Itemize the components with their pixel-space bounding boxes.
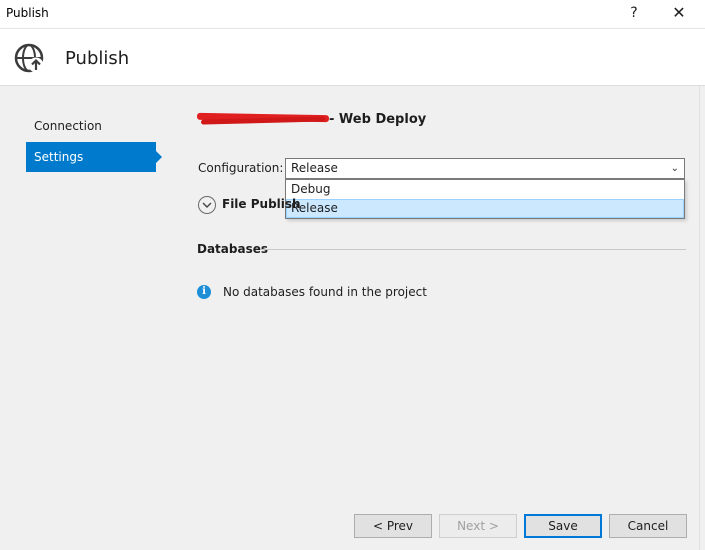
info-icon: i (197, 285, 211, 299)
chevron-down-icon[interactable]: ⌄ (671, 159, 679, 178)
section-divider (261, 249, 686, 250)
configuration-dropdown-list: Debug Release (285, 179, 685, 219)
dialog-header: Publish (0, 28, 705, 86)
window-title: Publish (6, 6, 49, 20)
next-button[interactable]: Next > (439, 514, 517, 538)
dropdown-option-debug[interactable]: Debug (286, 180, 684, 199)
window-border (699, 86, 705, 550)
configuration-label: Configuration: (198, 161, 284, 175)
title-bar: Publish ? ✕ (0, 0, 705, 28)
help-button[interactable]: ? (624, 0, 644, 26)
profile-suffix: - Web Deploy (329, 112, 427, 127)
databases-heading: Databases (197, 242, 269, 256)
profile-title: - Web Deploy (196, 111, 427, 127)
globe-publish-icon (14, 43, 44, 73)
sidebar-nav: Connection Settings (26, 111, 162, 173)
dropdown-option-release[interactable]: Release (286, 199, 684, 218)
configuration-selected-value: Release (291, 161, 338, 175)
prev-button[interactable]: < Prev (354, 514, 432, 538)
close-button[interactable]: ✕ (662, 0, 696, 26)
chevron-down-icon (202, 202, 212, 208)
sidebar-item-connection[interactable]: Connection (26, 111, 161, 141)
configuration-select[interactable]: Release ⌄ (285, 158, 685, 179)
sidebar-item-settings[interactable]: Settings (26, 142, 162, 172)
file-publish-options-label[interactable]: File Publish (222, 197, 301, 211)
save-button[interactable]: Save (524, 514, 602, 538)
redacted-profile-name (196, 111, 330, 125)
page-title: Publish (65, 48, 130, 69)
file-publish-expander[interactable] (198, 196, 216, 214)
no-databases-message: No databases found in the project (223, 285, 427, 299)
cancel-button[interactable]: Cancel (609, 514, 687, 538)
